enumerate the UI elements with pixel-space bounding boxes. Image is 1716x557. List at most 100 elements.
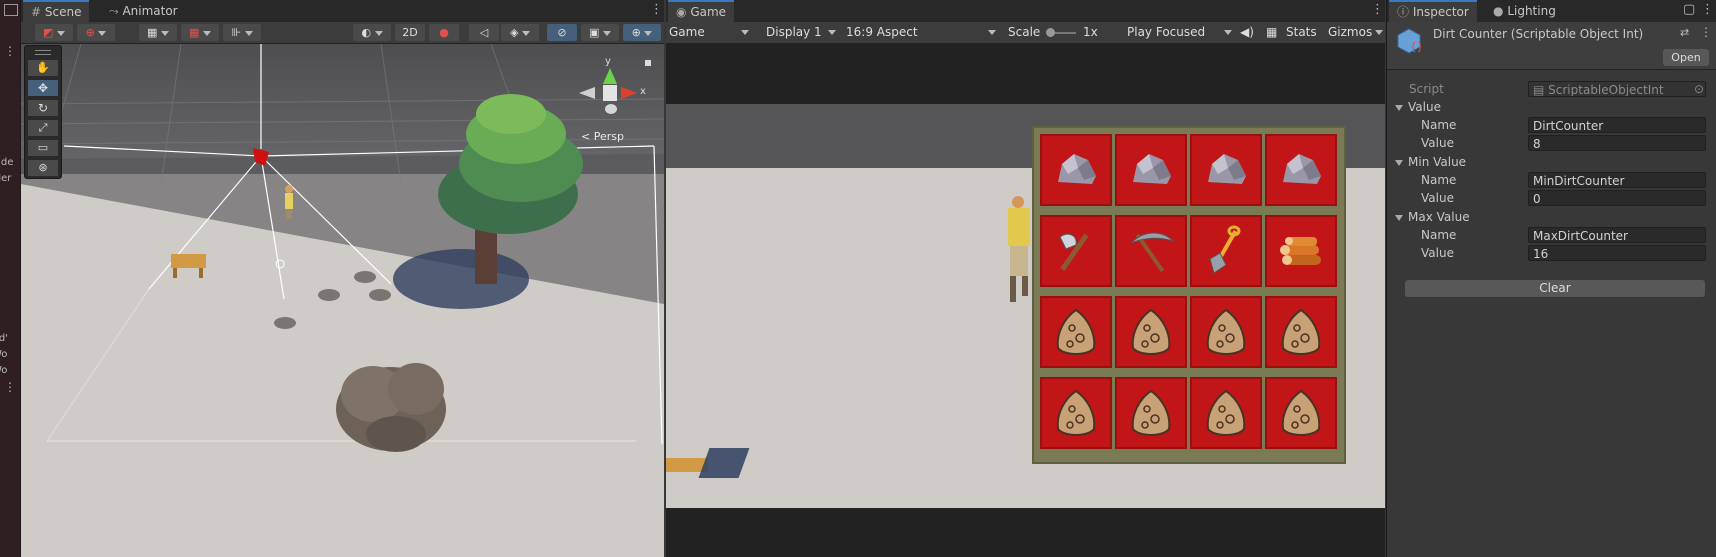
tab-inspector[interactable]: ⓘ Inspector [1389, 0, 1477, 23]
property-name-row: Name MinDirtCounter [1387, 171, 1716, 189]
hand-tool-button[interactable]: ✋ [28, 60, 58, 76]
drag-handle[interactable] [35, 50, 51, 55]
view-select[interactable]: Game [669, 24, 749, 41]
play-mode-select[interactable]: Play Focused [1127, 24, 1232, 41]
increment-snap-button[interactable]: ⊪ [223, 24, 261, 41]
inventory-slot-axe[interactable] [1040, 215, 1112, 287]
kebab-icon[interactable]: ⋮ [1371, 3, 1384, 17]
lighting-toggle-button[interactable]: ● [429, 24, 459, 41]
inventory-slot-dirt[interactable] [1040, 377, 1112, 449]
camera-button[interactable]: ▣ [581, 24, 619, 41]
inventory-slot-dirt[interactable] [1265, 296, 1337, 368]
property-group-header[interactable]: Min Value [1387, 153, 1716, 171]
open-button[interactable]: Open [1663, 49, 1709, 66]
property-value-field[interactable]: 0 [1528, 190, 1706, 206]
scale-slider-handle[interactable] [1046, 28, 1055, 37]
panel-menu-icon[interactable] [4, 4, 18, 16]
chevron-down-icon [1395, 159, 1403, 166]
svg-text:{}: {} [1410, 40, 1421, 53]
kebab-icon[interactable]: ⋮ [4, 380, 16, 394]
kebab-icon[interactable]: ⋮ [1700, 25, 1712, 39]
tab-animator[interactable]: ⤳ Animator [101, 0, 186, 22]
move-tool-button[interactable]: ✥ [28, 80, 58, 96]
inventory-slot-dirt[interactable] [1115, 296, 1187, 368]
property-value-field[interactable]: 8 [1528, 135, 1706, 151]
property-group-header[interactable]: Value [1387, 98, 1716, 116]
tab-lighting[interactable]: ● Lighting [1485, 0, 1564, 22]
gizmo-y-axis[interactable] [603, 68, 617, 84]
preset-icon[interactable]: ⇄ [1680, 26, 1689, 39]
rotate-icon: ↻ [37, 101, 49, 115]
property-name-label: Name [1421, 118, 1457, 132]
gizmos-button[interactable]: ⊕ [623, 24, 661, 41]
tab-scene[interactable]: # Scene [23, 0, 90, 23]
effects-button[interactable]: ◈ [501, 24, 539, 41]
chevron-down-icon [828, 30, 836, 35]
chevron-down-icon [244, 30, 253, 36]
property-value-field[interactable]: 16 [1528, 245, 1706, 261]
scale-tool-button[interactable]: ⤢ [28, 120, 58, 136]
inventory-slot-dirt[interactable] [1115, 377, 1187, 449]
inventory-slot-rock[interactable] [1115, 134, 1187, 206]
property-group-header[interactable]: Max Value [1387, 208, 1716, 226]
audio-toggle-button[interactable]: ◁ [469, 24, 499, 41]
stats-button[interactable]: Stats [1286, 24, 1317, 41]
inventory-slot-logs[interactable] [1265, 215, 1337, 287]
inventory-slot-dirt[interactable] [1040, 296, 1112, 368]
hierarchy-fragment: olde [0, 157, 14, 168]
scene-viewport[interactable]: ✋ ✥ ↻ ⤢ ▭ ⊛ y x < Persp [21, 44, 664, 557]
inventory-slot-pickaxe[interactable] [1115, 215, 1187, 287]
draw-mode-button[interactable]: ◩ [35, 24, 73, 41]
gizmo-neg-x-axis[interactable] [579, 87, 595, 99]
inventory-slot-dirt[interactable] [1190, 296, 1262, 368]
kebab-icon[interactable]: ⋮ [1701, 3, 1714, 17]
property-name-label: Name [1421, 228, 1457, 242]
kebab-icon[interactable]: ⋮ [650, 3, 663, 17]
gizmos-button[interactable]: Gizmos [1328, 24, 1383, 41]
inventory-slot-shovel[interactable] [1190, 215, 1262, 287]
rect-tool-button[interactable]: ▭ [28, 140, 58, 156]
visibility-toggle-button[interactable]: ⊘ [547, 24, 577, 41]
inspector-panel: ⓘ Inspector ● Lighting ▢ ⋮ {} Dirt Count… [1386, 0, 1716, 557]
inventory-slot-rock[interactable] [1040, 134, 1112, 206]
gizmo-lock-icon[interactable] [645, 60, 651, 66]
aspect-select[interactable]: 16:9 Aspect [846, 24, 996, 41]
grid-visibility-button[interactable]: ▦ [181, 24, 219, 41]
target-icon[interactable]: ⊙ [1694, 80, 1704, 98]
orientation-gizmo[interactable]: y x [577, 56, 657, 126]
lock-icon[interactable]: ▢ [1683, 3, 1695, 17]
inventory-slot-dirt[interactable] [1190, 377, 1262, 449]
game-tabbar: ◉ Game ⋮ [666, 0, 1385, 23]
inventory-slot-rock[interactable] [1265, 134, 1337, 206]
gizmo-x-axis[interactable] [621, 87, 637, 99]
grid-snap-button[interactable]: ▦ [139, 24, 177, 41]
scale-label: Scale [1008, 25, 1041, 39]
game-viewport[interactable] [666, 44, 1385, 557]
clear-button[interactable]: Clear [1405, 280, 1705, 297]
display-select[interactable]: Display 1 [766, 24, 836, 41]
info-icon: ⓘ [1397, 5, 1410, 19]
script-value: ScriptableObjectInt [1548, 83, 1664, 97]
ruler-icon: ⊪ [231, 26, 242, 39]
global-button[interactable]: ⊕ [77, 24, 115, 41]
gizmo-neg-y-axis[interactable] [605, 104, 617, 114]
sphere-icon: ◐ [361, 26, 372, 39]
inventory-slot-rock[interactable] [1190, 134, 1262, 206]
property-name-field[interactable]: MaxDirtCounter [1528, 227, 1706, 243]
gizmo-center-cube[interactable] [603, 85, 617, 101]
inventory-slot-dirt[interactable] [1265, 377, 1337, 449]
tab-game[interactable]: ◉ Game [668, 0, 735, 23]
scale-slider[interactable] [1046, 28, 1076, 37]
rotate-tool-button[interactable]: ↻ [28, 100, 58, 116]
tab-inspector-label: Inspector [1412, 5, 1469, 19]
shading-mode-button[interactable]: ◐ [353, 24, 391, 41]
chevron-down-icon [741, 30, 749, 35]
mute-audio-button[interactable]: ◀) [1240, 24, 1254, 41]
property-name-field[interactable]: MinDirtCounter [1528, 172, 1706, 188]
kebab-icon[interactable]: ⋮ [4, 44, 16, 58]
transform-tool-button[interactable]: ⊛ [28, 160, 58, 176]
persp-label[interactable]: < Persp [581, 130, 624, 143]
chevron-down-icon [1395, 104, 1403, 111]
2d-toggle-button[interactable]: 2D [395, 24, 425, 41]
property-name-field[interactable]: DirtCounter [1528, 117, 1706, 133]
